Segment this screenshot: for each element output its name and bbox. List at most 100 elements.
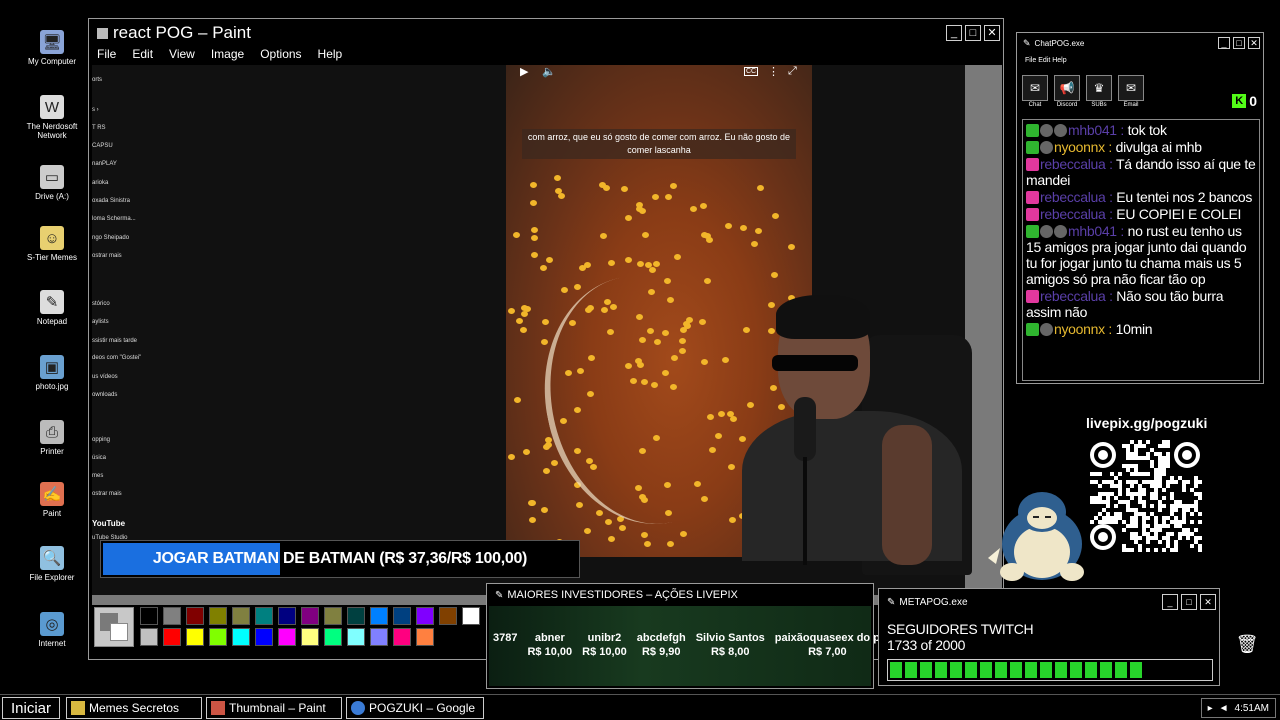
desktop-icon[interactable]: ☺ S-Tier Memes — [22, 226, 82, 262]
desktop-icon[interactable]: ✍ Paint — [22, 482, 82, 518]
color-swatch[interactable] — [324, 628, 342, 646]
color-swatch[interactable] — [209, 628, 227, 646]
color-swatch[interactable] — [393, 607, 411, 625]
recycle-bin-icon[interactable]: 🗑 — [1235, 634, 1259, 660]
maximize-icon[interactable]: □ — [1233, 37, 1245, 49]
youtube-sidebar-item[interactable]: orts — [92, 77, 102, 83]
color-swatch[interactable] — [462, 607, 480, 625]
color-swatch[interactable] — [255, 628, 273, 646]
desktop-icon[interactable]: ◎ Internet — [22, 612, 82, 648]
captions-icon[interactable]: CC — [744, 67, 759, 76]
youtube-sidebar-item[interactable]: oxada Sinistra — [92, 198, 130, 204]
desktop-icon[interactable]: ✎ Notepad — [22, 290, 82, 326]
maximize-icon[interactable]: □ — [1181, 594, 1197, 610]
color-swatch[interactable] — [370, 628, 388, 646]
menu-item[interactable]: Help — [318, 47, 343, 65]
chat-menu[interactable]: File Edit Help — [1025, 57, 1067, 64]
youtube-sidebar-item[interactable]: stórico — [92, 301, 110, 307]
chat-username[interactable]: mhb041 — [1068, 122, 1117, 138]
youtube-sidebar-item[interactable]: ngo Sheipado — [92, 235, 129, 241]
chat-username[interactable]: rebeccalua — [1040, 288, 1106, 304]
color-swatch[interactable] — [370, 607, 388, 625]
task-pogzuki-google[interactable]: POGZUKI – Google — [346, 697, 484, 719]
start-button[interactable]: Iniciar — [2, 697, 61, 719]
play-icon[interactable]: ▶ — [520, 65, 528, 78]
youtube-sidebar-item[interactable]: s › — [92, 107, 99, 113]
color-swatch[interactable] — [209, 607, 227, 625]
chat-tool-button[interactable]: ♛ SUBs — [1085, 75, 1113, 108]
color-swatch[interactable] — [347, 607, 365, 625]
menu-item[interactable]: File — [97, 47, 116, 65]
youtube-sidebar-item[interactable]: CAPSU — [92, 143, 113, 149]
color-swatch[interactable] — [278, 607, 296, 625]
color-swatch[interactable] — [232, 628, 250, 646]
color-swatch[interactable] — [140, 607, 158, 625]
volume-icon[interactable]: ◄ — [1219, 703, 1229, 714]
youtube-sidebar-item[interactable]: opping — [92, 437, 110, 443]
youtube-sidebar-item[interactable]: mes — [92, 473, 103, 479]
youtube-sidebar-item[interactable]: us vídeos — [92, 374, 118, 380]
desktop-icon[interactable]: ▣ photo.jpg — [22, 355, 82, 391]
metapog-titlebar[interactable]: ✎ METAPOG.exe _ □ ✕ — [879, 589, 1219, 615]
color-swatch[interactable] — [416, 628, 434, 646]
color-swatch[interactable] — [186, 628, 204, 646]
desktop-icon[interactable]: W The Nerdosoft Network — [22, 95, 82, 140]
youtube-sidebar-item[interactable]: ownloads — [92, 392, 117, 398]
task-memes-secretos[interactable]: Memes Secretos — [66, 697, 202, 719]
network-icon[interactable]: ▸ — [1208, 703, 1213, 714]
color-swatch[interactable] — [163, 607, 181, 625]
color-swatch[interactable] — [255, 607, 273, 625]
menu-item[interactable]: Options — [260, 47, 301, 65]
chat-tool-button[interactable]: ✉ Email — [1117, 75, 1145, 108]
paint-titlebar[interactable]: react POG – Paint _ □ ✕ — [89, 19, 1003, 47]
volume-icon[interactable]: 🔈 — [542, 65, 556, 78]
current-colors[interactable] — [94, 607, 134, 647]
color-swatch[interactable] — [439, 607, 457, 625]
youtube-sidebar-item[interactable]: úsica — [92, 455, 106, 461]
color-swatch[interactable] — [393, 628, 411, 646]
youtube-sidebar-item[interactable]: nanPLAY — [92, 161, 117, 167]
minimize-icon[interactable]: _ — [946, 25, 962, 41]
menu-item[interactable]: View — [169, 47, 195, 65]
minimize-icon[interactable]: _ — [1218, 37, 1230, 49]
chat-titlebar[interactable]: ✎ ChatPOG.exe _ □ ✕ — [1017, 33, 1263, 53]
chat-tool-button[interactable]: ✉ Chat — [1021, 75, 1049, 108]
color-swatch[interactable] — [232, 607, 250, 625]
youtube-sidebar-item[interactable]: loma Scherma... — [92, 216, 136, 222]
color-swatch[interactable] — [324, 607, 342, 625]
desktop-icon[interactable]: ▭ Drive (A:) — [22, 165, 82, 201]
color-swatch[interactable] — [140, 628, 158, 646]
paint-canvas[interactable]: orts s › T RS CAPSU nanPLAY arioka oxada Sinis… — [92, 65, 1002, 605]
color-swatch[interactable] — [278, 628, 296, 646]
task-thumbnail-paint[interactable]: Thumbnail – Paint — [206, 697, 342, 719]
close-icon[interactable]: ✕ — [984, 25, 1000, 41]
menu-item[interactable]: Edit — [132, 47, 153, 65]
chat-username[interactable]: rebeccalua — [1040, 156, 1106, 172]
color-swatch[interactable] — [416, 607, 434, 625]
chat-username[interactable]: mhb041 — [1068, 223, 1117, 239]
close-icon[interactable]: ✕ — [1200, 594, 1216, 610]
color-swatch[interactable] — [186, 607, 204, 625]
chat-username[interactable]: rebeccalua — [1040, 189, 1106, 205]
youtube-sidebar-item[interactable]: arioka — [92, 180, 108, 186]
maximize-icon[interactable]: □ — [965, 25, 981, 41]
chat-username[interactable]: nyoonnx — [1054, 139, 1105, 155]
youtube-sidebar-item[interactable]: aylists — [92, 319, 109, 325]
chat-username[interactable]: rebeccalua — [1040, 206, 1106, 222]
youtube-sidebar-item[interactable]: ostrar mais — [92, 253, 122, 259]
more-icon[interactable]: ⋮ — [768, 65, 779, 78]
minimize-icon[interactable]: _ — [1162, 594, 1178, 610]
youtube-sidebar-item[interactable]: T RS — [92, 125, 106, 131]
desktop-icon[interactable]: ⎙ Printer — [22, 420, 82, 456]
color-swatch[interactable] — [301, 607, 319, 625]
chat-username[interactable]: nyoonnx — [1054, 321, 1105, 337]
youtube-sidebar-item[interactable]: deos com "Gostei" — [92, 355, 141, 361]
fullscreen-icon[interactable]: ⤢ — [788, 65, 797, 78]
clock[interactable]: 4:51AM — [1235, 703, 1269, 714]
menu-item[interactable]: Image — [211, 47, 244, 65]
youtube-sidebar-item[interactable]: YouTube — [92, 519, 125, 528]
youtube-sidebar-item[interactable]: ostrar mais — [92, 491, 122, 497]
close-icon[interactable]: ✕ — [1248, 37, 1260, 49]
desktop-icon[interactable]: 🔍 File Explorer — [22, 546, 82, 582]
desktop-icon[interactable]: 🖥 My Computer — [22, 30, 82, 66]
